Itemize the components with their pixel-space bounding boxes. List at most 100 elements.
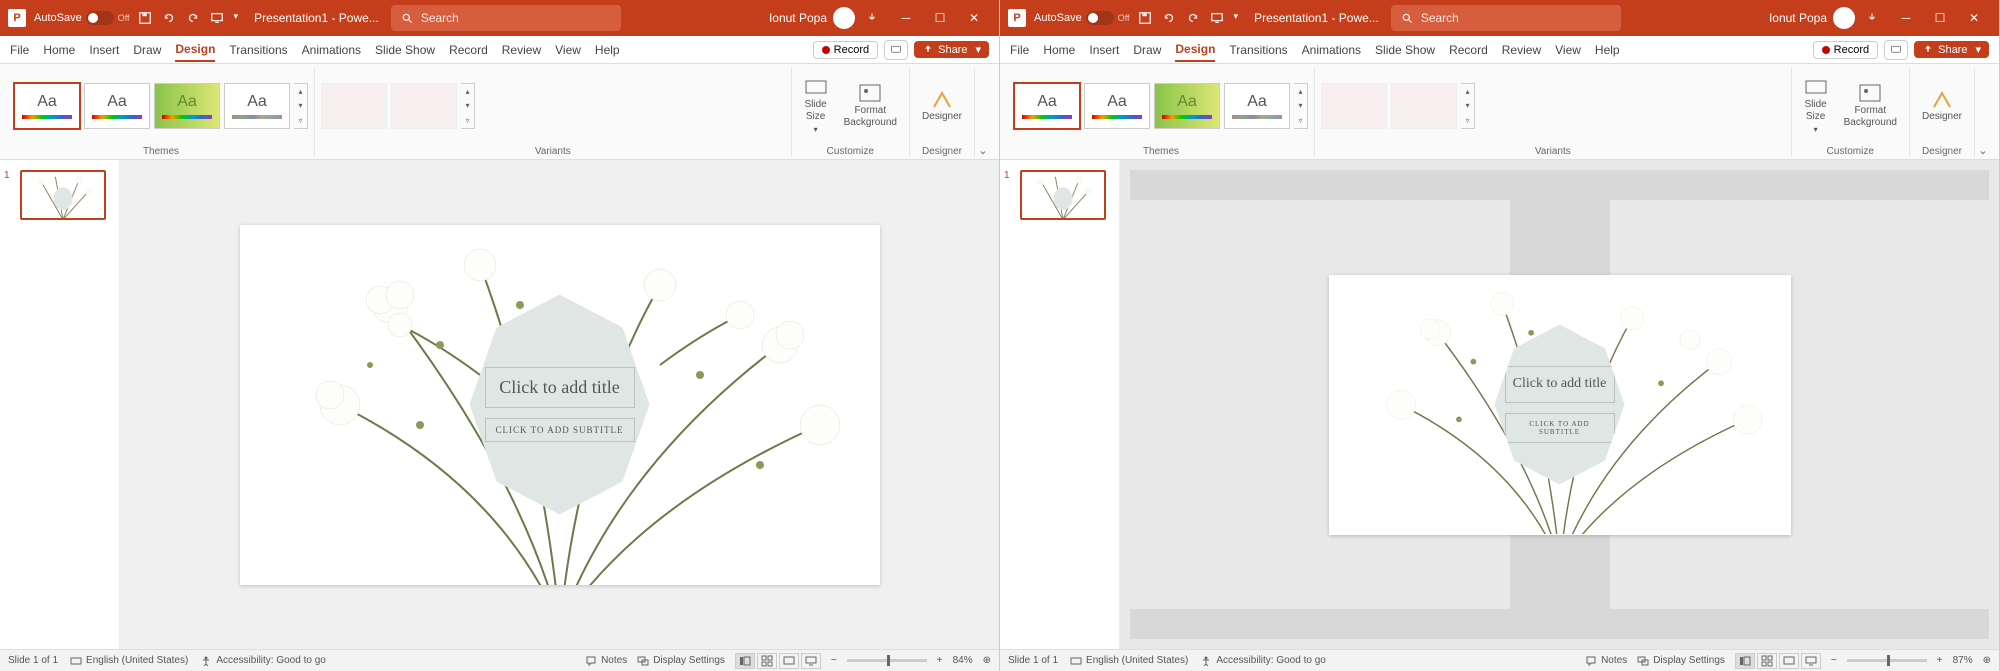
subtitle-placeholder[interactable]: CLICK TO ADD SUBTITLE	[485, 418, 635, 442]
theme-thumb-1[interactable]: Aa	[1014, 83, 1080, 129]
zoom-in-icon[interactable]: +	[1937, 655, 1943, 666]
close-icon[interactable]: ✕	[957, 0, 991, 36]
tab-transitions[interactable]: Transitions	[229, 39, 287, 61]
theme-thumb-2[interactable]: Aa	[1084, 83, 1150, 129]
title-placeholder[interactable]: Click to add title	[485, 367, 635, 408]
filename[interactable]: Presentation1 - Powe...	[254, 11, 379, 25]
tab-view[interactable]: View	[555, 39, 581, 61]
collapse-ribbon-icon[interactable]: ⌄	[975, 68, 991, 157]
title-placeholder[interactable]: Click to add title	[1505, 366, 1615, 402]
search-box[interactable]: Search	[1391, 5, 1621, 31]
qat-more-icon[interactable]: ▾	[234, 11, 239, 25]
notes-button[interactable]: Notes	[1585, 655, 1627, 667]
theme-thumb-1[interactable]: Aa	[14, 83, 80, 129]
maximize-icon[interactable]: ☐	[1923, 0, 1957, 36]
autosave-toggle[interactable]: AutoSave Off	[1034, 11, 1130, 25]
fit-window-icon[interactable]: ⊕	[983, 655, 991, 666]
slide-canvas-area[interactable]: Click to add title CLICK TO ADD SUBTITLE	[1120, 160, 1999, 649]
tab-home[interactable]: Home	[43, 39, 75, 61]
mic-icon[interactable]	[855, 0, 889, 36]
zoom-out-icon[interactable]: −	[831, 655, 837, 666]
undo-icon[interactable]	[162, 11, 176, 25]
slide-counter[interactable]: Slide 1 of 1	[1008, 655, 1058, 666]
themes-more-icon[interactable]: ▴▾▿	[294, 83, 308, 129]
slideshow-view-icon[interactable]	[801, 653, 821, 669]
present-icon[interactable]	[1210, 11, 1224, 25]
tab-home[interactable]: Home	[1043, 39, 1075, 61]
save-icon[interactable]	[138, 11, 152, 25]
tab-review[interactable]: Review	[502, 39, 541, 61]
language-status[interactable]: English (United States)	[70, 655, 188, 667]
theme-thumb-2[interactable]: Aa	[84, 83, 150, 129]
notes-button[interactable]: Notes	[585, 655, 627, 667]
tab-design[interactable]: Design	[1175, 38, 1215, 62]
minimize-icon[interactable]: ─	[889, 0, 923, 36]
mic-icon[interactable]	[1855, 0, 1889, 36]
format-background-button[interactable]: Format Background	[838, 83, 903, 129]
record-button[interactable]: Record	[1813, 41, 1878, 59]
tab-review[interactable]: Review	[1502, 39, 1541, 61]
accessibility-status[interactable]: Accessibility: Good to go	[200, 655, 326, 667]
sorter-view-icon[interactable]	[757, 653, 777, 669]
accessibility-status[interactable]: Accessibility: Good to go	[1200, 655, 1326, 667]
variant-thumb-2[interactable]	[391, 83, 457, 129]
slide-canvas[interactable]: Click to add title CLICK TO ADD SUBTITLE	[1329, 275, 1791, 535]
slide-counter[interactable]: Slide 1 of 1	[8, 655, 58, 666]
toggle-switch[interactable]	[86, 11, 114, 25]
tab-record[interactable]: Record	[449, 39, 488, 61]
tab-file[interactable]: File	[1010, 39, 1029, 61]
sorter-view-icon[interactable]	[1757, 653, 1777, 669]
zoom-percent[interactable]: 87%	[1953, 655, 1973, 666]
minimize-icon[interactable]: ─	[1889, 0, 1923, 36]
fit-window-icon[interactable]: ⊕	[1983, 655, 1991, 666]
themes-more-icon[interactable]: ▴▾▿	[1294, 83, 1308, 129]
theme-thumb-4[interactable]: Aa	[224, 83, 290, 129]
display-settings-button[interactable]: Display Settings	[637, 655, 725, 667]
comments-button[interactable]	[1884, 40, 1908, 60]
reading-view-icon[interactable]	[1779, 653, 1799, 669]
variant-thumb-1[interactable]	[321, 83, 387, 129]
comments-button[interactable]	[884, 40, 908, 60]
variant-thumb-1[interactable]	[1321, 83, 1387, 129]
zoom-out-icon[interactable]: −	[1831, 655, 1837, 666]
tab-animations[interactable]: Animations	[302, 39, 361, 61]
slide-thumbnail-1[interactable]	[20, 170, 106, 220]
redo-icon[interactable]	[1186, 11, 1200, 25]
autosave-toggle[interactable]: AutoSave Off	[34, 11, 130, 25]
variants-more-icon[interactable]: ▴▾▿	[1461, 83, 1475, 129]
tab-view[interactable]: View	[1555, 39, 1581, 61]
slide-size-button[interactable]: Slide Size▾	[1798, 77, 1834, 135]
filename[interactable]: Presentation1 - Powe...	[1254, 11, 1379, 25]
zoom-slider[interactable]	[1847, 659, 1927, 662]
subtitle-placeholder[interactable]: CLICK TO ADD SUBTITLE	[1505, 413, 1615, 443]
normal-view-icon[interactable]	[1735, 653, 1755, 669]
tab-record[interactable]: Record	[1449, 39, 1488, 61]
share-button[interactable]: Share▾	[1914, 41, 1989, 58]
slide-canvas[interactable]: Click to add title CLICK TO ADD SUBTITLE	[240, 225, 880, 585]
tab-draw[interactable]: Draw	[133, 39, 161, 61]
slide-canvas-area[interactable]: Click to add title CLICK TO ADD SUBTITLE	[120, 160, 999, 649]
tab-insert[interactable]: Insert	[1089, 39, 1119, 61]
slide-thumbnail-1[interactable]	[1020, 170, 1106, 220]
zoom-in-icon[interactable]: +	[937, 655, 943, 666]
qat-more-icon[interactable]: ▾	[1234, 11, 1239, 25]
slide-size-button[interactable]: Slide Size▾	[798, 77, 834, 135]
undo-icon[interactable]	[1162, 11, 1176, 25]
language-status[interactable]: English (United States)	[1070, 655, 1188, 667]
tab-insert[interactable]: Insert	[89, 39, 119, 61]
reading-view-icon[interactable]	[779, 653, 799, 669]
theme-thumb-3[interactable]: Aa	[1154, 83, 1220, 129]
theme-thumb-3[interactable]: Aa	[154, 83, 220, 129]
tab-help[interactable]: Help	[1595, 39, 1620, 61]
record-button[interactable]: Record	[813, 41, 878, 59]
variants-more-icon[interactable]: ▴▾▿	[461, 83, 475, 129]
designer-button[interactable]: Designer	[1916, 89, 1968, 123]
zoom-slider[interactable]	[847, 659, 927, 662]
format-background-button[interactable]: Format Background	[1838, 83, 1903, 129]
tab-file[interactable]: File	[10, 39, 29, 61]
tab-help[interactable]: Help	[595, 39, 620, 61]
toggle-switch[interactable]	[1086, 11, 1114, 25]
zoom-percent[interactable]: 84%	[953, 655, 973, 666]
search-box[interactable]: Search	[391, 5, 621, 31]
theme-thumb-4[interactable]: Aa	[1224, 83, 1290, 129]
